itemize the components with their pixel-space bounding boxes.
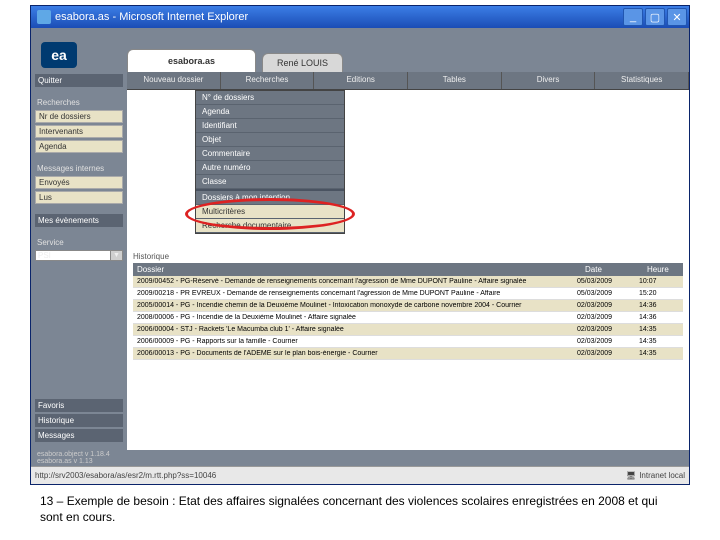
version-info: esabora.object v 1.18.4esabora.as v 1.13 xyxy=(31,450,689,466)
dd-multicriteres[interactable]: Multicritères xyxy=(196,205,344,219)
recherches-dropdown: N° de dossiers Agenda Identifiant Objet … xyxy=(195,90,345,234)
dd-recherchedoc[interactable]: Recherche documentaire xyxy=(196,219,344,233)
sidebar-label-service: Service xyxy=(35,237,123,248)
table-row[interactable]: 2008/00006 - PG - Incendie de la Deuxièm… xyxy=(133,312,683,324)
table-row[interactable]: 2009/00218 - PR EVREUX - Demande de rens… xyxy=(133,288,683,300)
col-dossier: Dossier xyxy=(133,263,581,276)
sidebar-section-recherches: Recherches xyxy=(35,97,123,108)
menu-editions[interactable]: Editions xyxy=(314,72,408,89)
browser-window: esabora.as - Microsoft Internet Explorer… xyxy=(30,5,690,485)
dd-agenda[interactable]: Agenda xyxy=(196,105,344,119)
dd-identifiant[interactable]: Identifiant xyxy=(196,119,344,133)
service-select[interactable]: PSI ▼ xyxy=(35,250,123,261)
historique-panel: Historique Dossier Date Heure 2009/00452… xyxy=(127,248,689,450)
dd-ndossiers[interactable]: N° de dossiers xyxy=(196,91,344,105)
sidebar-quit[interactable]: Quitter xyxy=(35,74,123,87)
tab-app[interactable]: esabora.as xyxy=(127,49,256,72)
window-title: esabora.as - Microsoft Internet Explorer xyxy=(55,11,623,23)
col-date: Date xyxy=(581,263,643,276)
status-url: http://srv2003/esabora/as/esr2/m.rtt.php… xyxy=(35,471,626,480)
menu-statistiques[interactable]: Statistiques xyxy=(595,72,689,89)
minimize-button[interactable]: _ xyxy=(623,8,643,26)
sidebar-section-events: Mes évènements xyxy=(35,214,123,227)
globe-icon: 🖥 xyxy=(626,471,636,480)
close-button[interactable]: ✕ xyxy=(667,8,687,26)
historique-header: Dossier Date Heure xyxy=(133,263,683,276)
table-row[interactable]: 2006/00013 - PG - Documents de l'ADEME s… xyxy=(133,348,683,360)
sidebar-historique[interactable]: Historique xyxy=(35,414,123,427)
sidebar-item-lus[interactable]: Lus xyxy=(35,191,123,204)
table-row[interactable]: 2005/00014 - PG - Incendie chemin de la … xyxy=(133,300,683,312)
dd-objet[interactable]: Objet xyxy=(196,133,344,147)
menu-tables[interactable]: Tables xyxy=(408,72,502,89)
sidebar-item-envoyes[interactable]: Envoyés xyxy=(35,176,123,189)
table-row[interactable]: 2006/00009 - PG - Rapports sur la famill… xyxy=(133,336,683,348)
status-zone: 🖥 Intranet local xyxy=(626,471,685,480)
chevron-down-icon: ▼ xyxy=(111,250,123,261)
table-row[interactable]: 2009/00452 - PG-Réservé - Demande de ren… xyxy=(133,276,683,288)
main-menu: Nouveau dossier Recherches Editions Tabl… xyxy=(127,72,689,90)
main-area: Nouveau dossier Recherches Editions Tabl… xyxy=(127,72,689,450)
tab-user[interactable]: René LOUIS xyxy=(262,53,343,72)
sidebar-section-messages: Messages internes xyxy=(35,163,123,174)
sidebar-item-agenda[interactable]: Agenda xyxy=(35,140,123,153)
menu-divers[interactable]: Divers xyxy=(502,72,596,89)
sidebar-favoris[interactable]: Favoris xyxy=(35,399,123,412)
ie-icon xyxy=(37,10,51,24)
dd-autrenum[interactable]: Autre numéro xyxy=(196,161,344,175)
menu-recherches[interactable]: Recherches xyxy=(221,72,315,89)
figure-caption: 13 – Exemple de besoin : Etat des affair… xyxy=(40,493,680,525)
dd-classe[interactable]: Classe xyxy=(196,175,344,189)
menu-nouveau[interactable]: Nouveau dossier xyxy=(127,72,221,89)
dd-commentaire[interactable]: Commentaire xyxy=(196,147,344,161)
sidebar: Quitter Recherches Nr de dossiers Interv… xyxy=(31,72,127,450)
sidebar-item-intervenants[interactable]: Intervenants xyxy=(35,125,123,138)
logo: ea xyxy=(41,42,77,68)
service-select-value: PSI xyxy=(35,250,111,261)
historique-title: Historique xyxy=(133,252,683,261)
sidebar-item-nrdossiers[interactable]: Nr de dossiers xyxy=(35,110,123,123)
maximize-button[interactable]: ▢ xyxy=(645,8,665,26)
col-heure: Heure xyxy=(643,263,683,276)
sidebar-messages[interactable]: Messages xyxy=(35,429,123,442)
dd-monintention[interactable]: Dossiers à mon intention xyxy=(196,189,344,205)
table-row[interactable]: 2006/00004 - STJ - Rackets 'Le Macumba c… xyxy=(133,324,683,336)
status-bar: http://srv2003/esabora/as/esr2/m.rtt.php… xyxy=(31,466,689,484)
titlebar: esabora.as - Microsoft Internet Explorer… xyxy=(31,6,689,28)
